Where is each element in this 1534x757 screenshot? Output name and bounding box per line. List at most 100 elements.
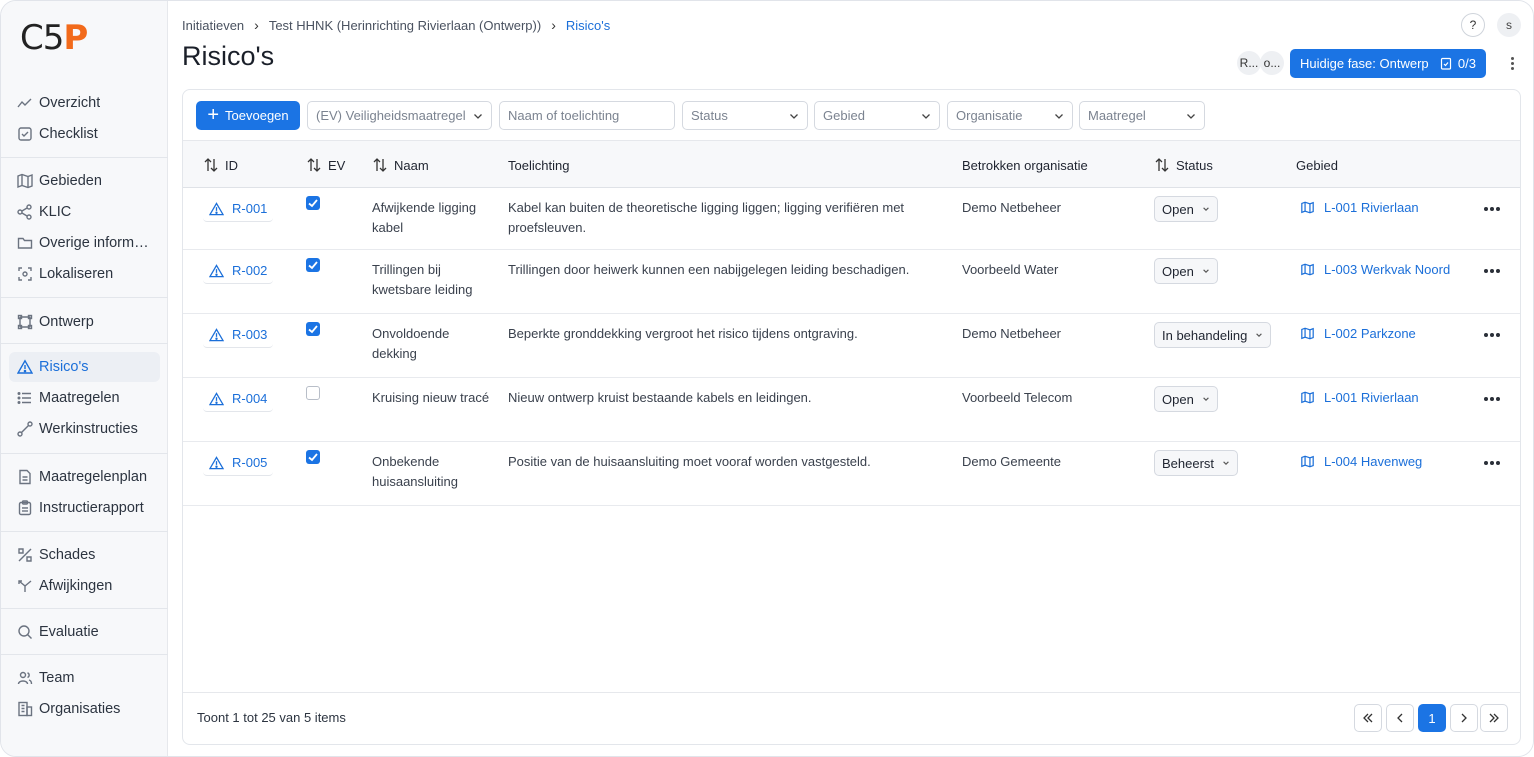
- table-row[interactable]: R-004 Kruising nieuw tracé Nieuw ontwerp k…: [183, 378, 1520, 442]
- risk-id-link[interactable]: R-003: [203, 322, 274, 348]
- sidebar-item-evaluatie[interactable]: Evaluatie: [9, 617, 160, 647]
- risk-id-link[interactable]: R-001: [203, 196, 274, 222]
- table-row[interactable]: R-005 Onbekende huisaansluiting Positie va…: [183, 442, 1520, 506]
- table-row[interactable]: R-002 Trillingen bij kwetsbare leiding Tri…: [183, 250, 1520, 314]
- sidebar-item-team[interactable]: Team: [9, 663, 160, 693]
- filter-veiligheidsmaatregel[interactable]: (EV) Veiligheidsmaatregel: [307, 101, 492, 130]
- column-header-naam[interactable]: Naam: [372, 141, 429, 189]
- row-more-icon[interactable]: [1484, 397, 1500, 401]
- risk-id-link[interactable]: R-004: [203, 386, 274, 412]
- status-select[interactable]: Open: [1154, 258, 1218, 284]
- sidebar-item-label: Afwijkingen: [39, 578, 113, 594]
- sidebar-item-maatregelen[interactable]: Maatregelen: [9, 383, 160, 413]
- risk-organisation: Voorbeeld Telecom: [962, 390, 1073, 405]
- first-page-button[interactable]: [1354, 704, 1382, 732]
- user-avatar[interactable]: s: [1497, 13, 1521, 37]
- status-select[interactable]: Beheerst: [1154, 450, 1239, 476]
- column-header-ev[interactable]: EV: [306, 141, 345, 189]
- nav-group-data: Gebieden KLIC Overige informatie Lokalis…: [1, 165, 168, 290]
- sidebar-item-risicos[interactable]: Risico's: [9, 352, 160, 382]
- breadcrumb-item-project[interactable]: Test HHNK (Herinrichting Rivierlaan (Ont…: [269, 18, 541, 33]
- route-icon: [17, 421, 33, 437]
- help-button[interactable]: ?: [1461, 13, 1485, 37]
- sidebar-item-klic[interactable]: KLIC: [9, 197, 160, 227]
- ev-checkbox[interactable]: [306, 258, 320, 272]
- users-icon: [17, 670, 33, 686]
- sidebar-item-overzicht[interactable]: Overzicht: [9, 88, 160, 118]
- avatar[interactable]: o...: [1260, 51, 1284, 75]
- add-button-label: Toevoegen: [225, 108, 289, 123]
- row-more-icon[interactable]: [1484, 333, 1500, 337]
- column-header-id[interactable]: ID: [203, 141, 238, 189]
- status-select[interactable]: Open: [1154, 386, 1218, 412]
- sidebar-item-organisaties[interactable]: Organisaties: [9, 694, 160, 724]
- ev-checkbox[interactable]: [306, 386, 320, 400]
- table-footer: Toont 1 tot 25 van 5 items 1: [183, 692, 1520, 744]
- ev-checkbox[interactable]: [306, 450, 320, 464]
- sidebar-item-maatregelenplan[interactable]: Maatregelenplan: [9, 462, 160, 492]
- current-phase-button[interactable]: Huidige fase: Ontwerp 0/3: [1290, 49, 1486, 78]
- chevron-down-icon: [1256, 333, 1263, 337]
- breadcrumb-item-initiatieven[interactable]: Initiatieven: [182, 18, 244, 33]
- breadcrumb: Initiatieven › Test HHNK (Herinrichting …: [182, 17, 610, 33]
- previous-page-button[interactable]: [1386, 704, 1414, 732]
- sidebar-item-gebieden[interactable]: Gebieden: [9, 166, 160, 196]
- page-button-current[interactable]: 1: [1418, 704, 1446, 732]
- chevrons-right-icon: [1489, 713, 1499, 723]
- area-link[interactable]: L-001 Rivierlaan: [1301, 200, 1419, 215]
- filter-status[interactable]: Status: [682, 101, 808, 130]
- risk-id-link[interactable]: R-002: [203, 258, 274, 284]
- area-link[interactable]: L-001 Rivierlaan: [1301, 390, 1419, 405]
- row-more-icon[interactable]: [1484, 269, 1500, 273]
- search-placeholder: Naam of toelichting: [508, 108, 620, 123]
- chevron-left-icon: [1397, 713, 1403, 723]
- clipboard-check-icon: [1440, 57, 1452, 70]
- divider: [1, 297, 168, 298]
- risk-name: Kruising nieuw tracé: [372, 390, 490, 405]
- map-icon: [1301, 327, 1314, 340]
- sidebar-item-werkinstructies[interactable]: Werkinstructies: [9, 414, 160, 444]
- add-button[interactable]: + Toevoegen: [196, 101, 300, 130]
- status-value: Open: [1162, 201, 1194, 217]
- avatar[interactable]: R...: [1237, 51, 1261, 75]
- column-header-status[interactable]: Status: [1154, 141, 1213, 189]
- logo[interactable]: C5P: [20, 18, 88, 58]
- sidebar-item-afwijkingen[interactable]: Afwijkingen: [9, 571, 160, 601]
- ev-checkbox[interactable]: [306, 322, 320, 336]
- sidebar-item-overige-informatie[interactable]: Overige informatie: [9, 228, 160, 258]
- row-more-icon[interactable]: [1484, 461, 1500, 465]
- sort-icon: [1155, 158, 1169, 172]
- sidebar-item-label: Organisaties: [39, 701, 121, 717]
- search-input[interactable]: Naam of toelichting: [499, 101, 675, 130]
- folder-icon: [17, 235, 33, 251]
- filter-maatregel[interactable]: Maatregel: [1079, 101, 1205, 130]
- table-row[interactable]: R-003 Onvoldoende dekking Beperkte grondde…: [183, 314, 1520, 378]
- status-select[interactable]: Open: [1154, 196, 1218, 222]
- filter-gebied[interactable]: Gebied: [814, 101, 940, 130]
- risk-id-link[interactable]: R-005: [203, 450, 274, 476]
- sort-icon: [204, 158, 218, 172]
- ev-checkbox[interactable]: [306, 196, 320, 210]
- nav-group-issues: Schades Afwijkingen: [1, 539, 168, 602]
- status-select[interactable]: In behandeling: [1154, 322, 1272, 348]
- table-row[interactable]: R-001 Afwijkende ligging kabel Kabel kan b…: [183, 188, 1520, 250]
- area-link[interactable]: L-003 Werkvak Noord: [1301, 262, 1450, 277]
- column-label: ID: [225, 157, 238, 173]
- next-page-button[interactable]: [1450, 704, 1478, 732]
- sidebar-item-lokaliseren[interactable]: Lokaliseren: [9, 259, 160, 289]
- row-more-icon[interactable]: [1484, 207, 1500, 211]
- area-link[interactable]: L-004 Havenweg: [1301, 454, 1422, 469]
- sidebar-item-instructierapport[interactable]: Instructierapport: [9, 493, 160, 523]
- sidebar-item-schades[interactable]: Schades: [9, 540, 160, 570]
- pagination-summary: Toont 1 tot 25 van 5 items: [197, 710, 346, 725]
- divider: [1, 343, 168, 344]
- filter-organisatie[interactable]: Organisatie: [947, 101, 1073, 130]
- last-page-button[interactable]: [1480, 704, 1508, 732]
- sidebar-item-ontwerp[interactable]: Ontwerp: [9, 307, 160, 337]
- area-link[interactable]: L-002 Parkzone: [1301, 326, 1416, 341]
- sidebar-item-label: Lokaliseren: [39, 266, 114, 282]
- more-options-icon[interactable]: [1507, 53, 1517, 73]
- risk-organisation: Demo Gemeente: [962, 454, 1061, 469]
- risk-name: Trillingen bij kwetsbare leiding: [372, 262, 473, 297]
- sidebar-item-checklist[interactable]: Checklist: [9, 119, 160, 149]
